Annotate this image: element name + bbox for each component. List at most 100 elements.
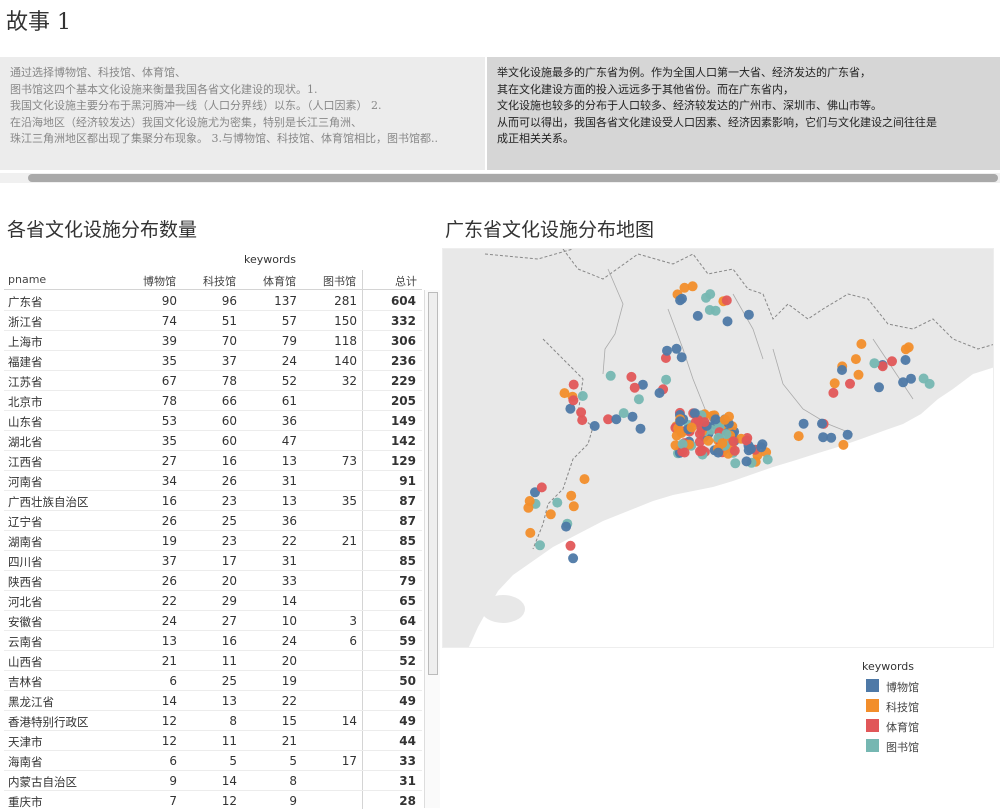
facility-point[interactable]	[837, 365, 847, 375]
facility-point[interactable]	[661, 374, 672, 385]
story-scrollbar-thumb[interactable]	[28, 174, 998, 182]
facility-point[interactable]	[618, 408, 629, 419]
table-row[interactable]: 河北省 22 29 14 65	[4, 591, 422, 611]
facility-point[interactable]	[535, 540, 545, 551]
table-row[interactable]: 云南省 13 16 24 6 59	[4, 631, 422, 651]
facility-point[interactable]	[853, 369, 864, 380]
table-row[interactable]: 安徽省 24 27 10 3 64	[4, 611, 422, 631]
facility-point[interactable]	[730, 458, 741, 469]
facility-point[interactable]	[579, 474, 590, 485]
table-scrollbar[interactable]	[424, 290, 440, 808]
facility-point[interactable]	[729, 445, 740, 456]
table-row[interactable]: 内蒙古自治区 9 14 8 31	[4, 771, 422, 791]
facility-point[interactable]	[566, 490, 577, 501]
facility-point[interactable]	[568, 553, 579, 564]
table-scrollbar-thumb[interactable]	[428, 292, 438, 675]
facility-point[interactable]	[536, 482, 547, 493]
facility-point[interactable]	[817, 418, 827, 429]
legend-item-science[interactable]: 科技馆	[862, 698, 982, 718]
facility-point[interactable]	[874, 382, 884, 393]
table-row[interactable]: 广西壮族自治区 16 23 13 35 87	[4, 491, 422, 511]
facility-point[interactable]	[626, 371, 637, 382]
facility-point[interactable]	[850, 354, 861, 365]
facility-point[interactable]	[728, 436, 739, 447]
column-header-sports[interactable]: 体育馆	[263, 273, 296, 289]
facility-point[interactable]	[713, 447, 724, 458]
table-row[interactable]: 河南省 34 26 31 91	[4, 471, 422, 491]
facility-point[interactable]	[577, 391, 588, 401]
facility-point[interactable]	[525, 527, 536, 538]
table-row[interactable]: 香港特别行政区 12 8 15 14 49	[4, 711, 422, 731]
facility-point[interactable]	[633, 394, 644, 405]
facility-point[interactable]	[717, 438, 728, 449]
facility-point[interactable]	[671, 343, 682, 354]
story-scrollbar[interactable]	[0, 173, 1000, 183]
facility-point[interactable]	[552, 497, 563, 508]
facility-point[interactable]	[561, 521, 572, 532]
table-row[interactable]: 浙江省 74 51 57 150 332	[4, 311, 422, 331]
facility-point[interactable]	[798, 418, 809, 429]
table-row[interactable]: 山西省 21 11 20 52	[4, 651, 422, 671]
facility-point[interactable]	[695, 446, 705, 457]
facility-point[interactable]	[662, 345, 672, 356]
table-row[interactable]: 湖北省 35 60 47 142	[4, 431, 422, 451]
table-row[interactable]: 福建省 35 37 24 140 236	[4, 351, 422, 371]
story-point-caption-1[interactable]: 通过选择博物馆、科技馆、体育馆、 图书馆这四个基本文化设施来衡量我国各省文化建设…	[0, 57, 485, 170]
facility-point[interactable]	[856, 339, 867, 349]
facility-point[interactable]	[545, 509, 556, 520]
facility-point[interactable]	[677, 293, 687, 304]
story-point-caption-2[interactable]: 举文化设施最多的广东省为例。作为全国人口第一大省、经济发达的广东省， 其在文化建…	[485, 57, 1000, 170]
facility-point[interactable]	[903, 342, 914, 353]
facility-point[interactable]	[568, 395, 579, 406]
table-row[interactable]: 北京市 78 66 61 205	[4, 391, 422, 411]
column-header-pname[interactable]: pname	[8, 273, 46, 286]
facility-point[interactable]	[671, 430, 682, 441]
table-row[interactable]: 辽宁省 26 25 36 87	[4, 511, 422, 531]
facility-point[interactable]	[762, 454, 773, 465]
facility-point[interactable]	[746, 443, 756, 454]
facility-point[interactable]	[699, 417, 710, 428]
column-header-library[interactable]: 图书馆	[323, 273, 356, 289]
facility-point[interactable]	[677, 439, 688, 450]
legend-item-museum[interactable]: 博物馆	[862, 678, 982, 698]
facility-point[interactable]	[826, 432, 837, 443]
facility-point[interactable]	[635, 423, 646, 434]
map-canvas[interactable]	[443, 249, 994, 648]
table-row[interactable]: 四川省 37 17 31 85	[4, 551, 422, 571]
facility-point[interactable]	[838, 439, 849, 450]
table-row[interactable]: 海南省 6 5 5 17 33	[4, 751, 422, 771]
facility-point[interactable]	[605, 370, 616, 381]
facility-point[interactable]	[654, 388, 665, 398]
facility-point[interactable]	[842, 429, 853, 440]
table-row[interactable]: 黑龙江省 14 13 22 49	[4, 691, 422, 711]
facility-point[interactable]	[568, 379, 579, 390]
facility-point[interactable]	[704, 305, 715, 315]
facility-point[interactable]	[900, 355, 911, 365]
facility-point[interactable]	[524, 496, 535, 506]
table-row[interactable]: 江西省 27 16 13 73 129	[4, 451, 422, 471]
facility-point[interactable]	[869, 358, 880, 369]
facility-point[interactable]	[722, 316, 733, 327]
facility-point[interactable]	[793, 431, 804, 442]
facility-point[interactable]	[710, 414, 721, 425]
facility-point[interactable]	[627, 411, 638, 422]
facility-point[interactable]	[703, 435, 714, 446]
column-header-total[interactable]: 总计	[395, 273, 417, 289]
facility-point[interactable]	[898, 377, 909, 388]
facility-point[interactable]	[741, 456, 752, 467]
facility-point[interactable]	[694, 428, 705, 439]
facility-point[interactable]	[829, 378, 840, 389]
table-row[interactable]: 山东省 53 60 36 149	[4, 411, 422, 431]
table-row[interactable]: 重庆市 7 12 9 28	[4, 791, 422, 809]
facility-point[interactable]	[689, 408, 700, 419]
legend-item-sports[interactable]: 体育馆	[862, 718, 982, 738]
facility-point[interactable]	[724, 411, 734, 422]
facility-point[interactable]	[887, 356, 897, 367]
facility-point[interactable]	[629, 382, 640, 393]
table-row[interactable]: 吉林省 6 25 19 50	[4, 671, 422, 691]
facility-point[interactable]	[589, 421, 600, 431]
facility-point[interactable]	[679, 447, 690, 458]
facility-point[interactable]	[828, 387, 839, 398]
facility-point[interactable]	[568, 501, 579, 512]
column-header-science[interactable]: 科技馆	[203, 273, 236, 289]
